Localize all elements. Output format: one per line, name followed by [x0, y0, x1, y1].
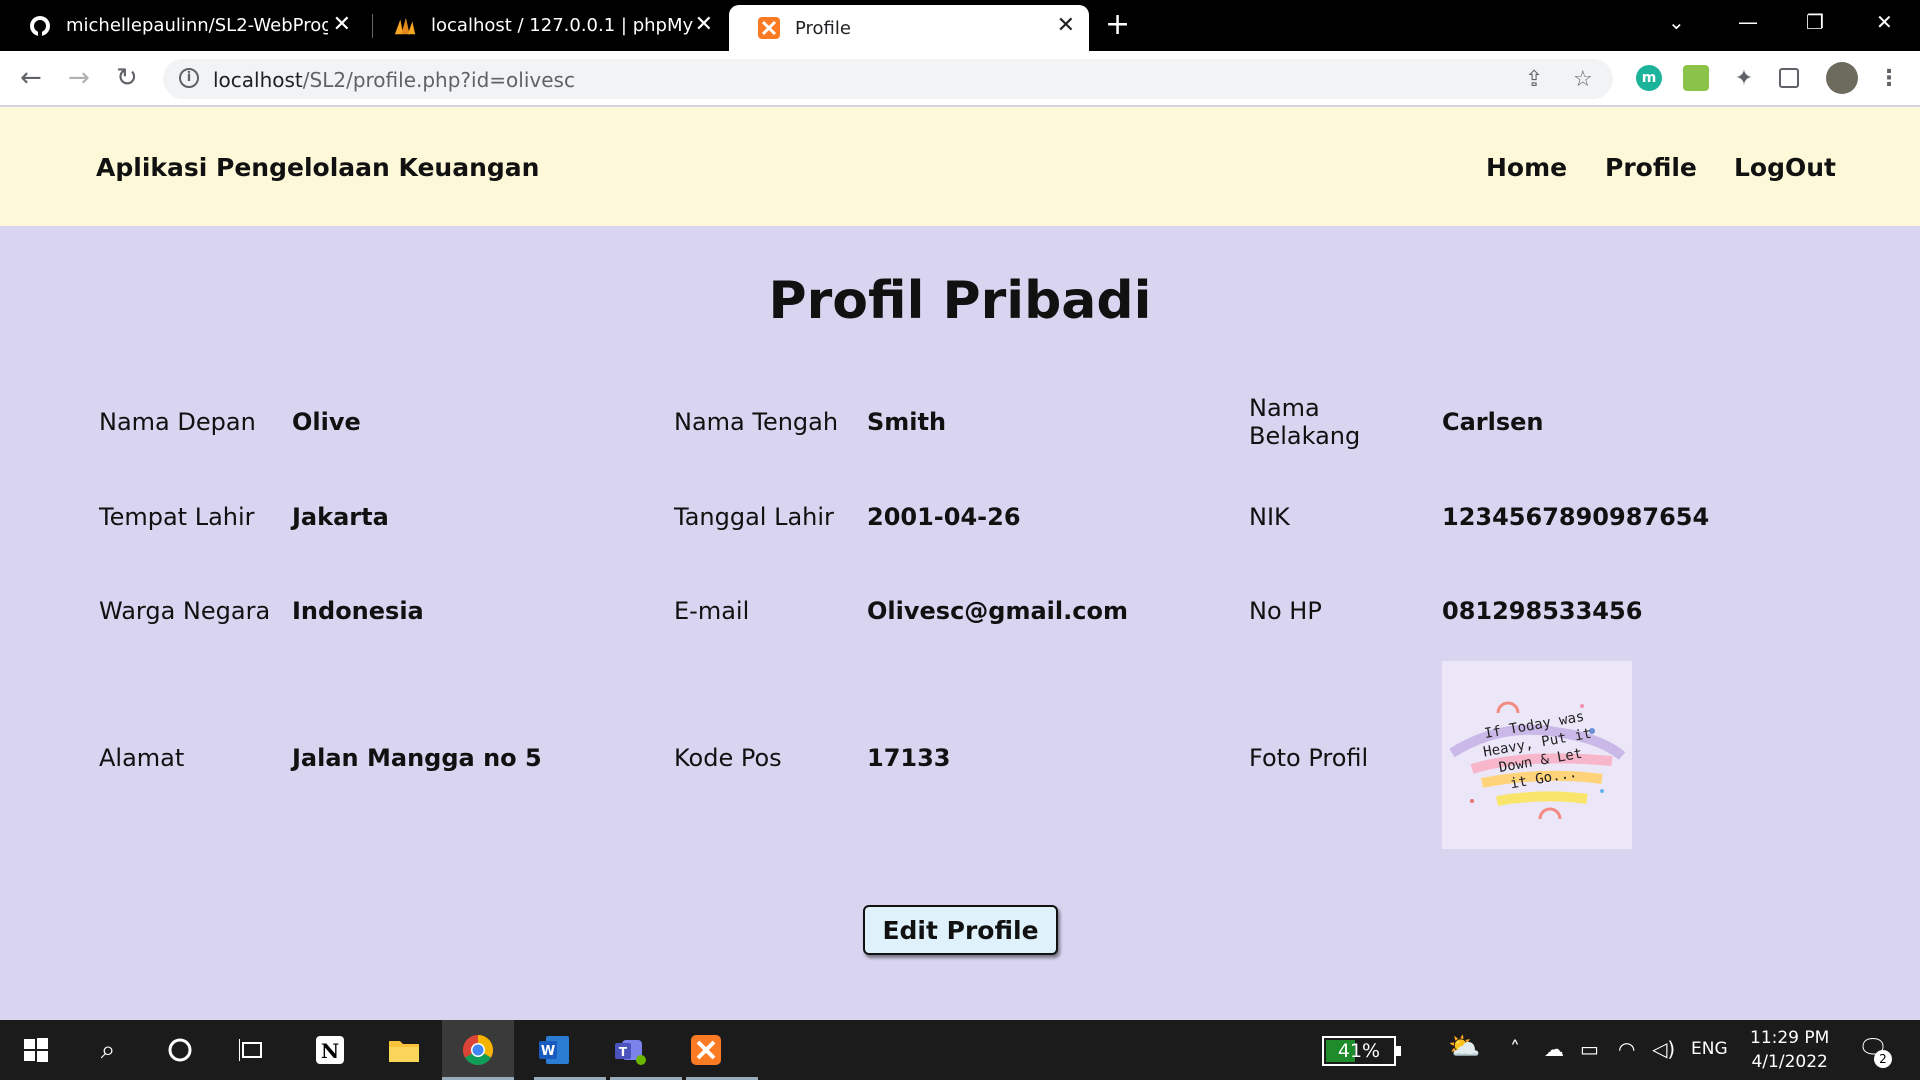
battery-percent: 41% [1337, 1040, 1381, 1062]
reload-icon[interactable]: ↻ [116, 63, 138, 93]
task-view-icon[interactable] [232, 1030, 272, 1070]
nav-logout[interactable]: LogOut [1734, 153, 1836, 182]
tab-github[interactable]: michellepaulinn/SL2-WebProgram ✕ [0, 0, 365, 51]
label-nik: NIK [1249, 503, 1290, 531]
clock-date: 4/1/2022 [1751, 1052, 1828, 1072]
new-tab-icon[interactable]: + [1105, 10, 1130, 40]
side-panel-icon[interactable] [1779, 68, 1799, 88]
file-explorer-icon[interactable] [384, 1030, 424, 1070]
url-path: /SL2/profile.php?id=olivesc [302, 68, 575, 92]
svg-text:W: W [541, 1044, 555, 1059]
label-nama-depan: Nama Depan [99, 408, 256, 436]
word-icon[interactable]: W [534, 1030, 574, 1070]
url-text: localhost/SL2/profile.php?id=olivesc [213, 68, 575, 92]
share-icon[interactable]: ⇪ [1525, 67, 1543, 92]
forward-icon[interactable]: → [68, 63, 90, 93]
minimize-icon[interactable]: — [1738, 10, 1758, 34]
value-nik: 1234567890987654 [1442, 503, 1710, 531]
url-host: localhost [213, 68, 303, 92]
avatar[interactable] [1826, 62, 1858, 94]
github-icon [28, 14, 52, 38]
value-tempat-lahir: Jakarta [292, 503, 389, 531]
label-kode-pos: Kode Pos [674, 744, 782, 772]
notion-icon[interactable]: N [310, 1030, 350, 1070]
battery-tray-icon[interactable]: ▭ [1580, 1037, 1599, 1061]
value-warga-negara: Indonesia [292, 597, 424, 625]
windows-taskbar: ⌕ N W T 41% ⛅ ˄ ☁ ▭ ◠ ◁) ENG 11:29 PM 4/… [0, 1020, 1920, 1080]
value-no-hp: 081298533456 [1442, 597, 1643, 625]
teams-icon[interactable]: T [610, 1030, 650, 1070]
extension-m-icon[interactable]: m [1636, 65, 1662, 91]
label-alamat: Alamat [99, 744, 185, 772]
tab-phpmyadmin[interactable]: localhost / 127.0.0.1 | phpMyAdmin ✕ [365, 0, 727, 51]
restore-icon[interactable]: ❐ [1806, 10, 1824, 34]
xampp-icon [757, 16, 781, 40]
browser-tab-strip: michellepaulinn/SL2-WebProgram ✕ localho… [0, 0, 1920, 51]
browser-toolbar: ← → ↻ i localhost/SL2/profile.php?id=oli… [0, 51, 1920, 106]
label-foto-profil: Foto Profil [1249, 744, 1369, 772]
search-icon[interactable]: ⌕ [88, 1030, 128, 1070]
profile-photo: If Today was Heavy, Put it Down & Let it… [1442, 661, 1632, 849]
close-icon[interactable]: ✕ [1057, 15, 1075, 37]
phpmyadmin-icon [393, 14, 417, 38]
cortana-icon[interactable] [160, 1030, 200, 1070]
value-nama-depan: Olive [292, 408, 361, 436]
close-icon[interactable]: ✕ [333, 14, 351, 36]
profile-content: Profil Pribadi Nama Depan Olive Nama Ten… [0, 226, 1920, 1020]
tab-title: michellepaulinn/SL2-WebProgram [66, 15, 328, 36]
battery-indicator[interactable]: 41% [1322, 1036, 1401, 1066]
svg-text:N: N [321, 1039, 339, 1063]
clock-time: 11:29 PM [1750, 1028, 1830, 1048]
value-alamat: Jalan Mangga no 5 [292, 744, 542, 772]
tab-search-icon[interactable]: ⌄ [1668, 10, 1685, 34]
weather-icon[interactable]: ⛅ [1448, 1032, 1480, 1062]
extension-green-icon[interactable] [1683, 65, 1709, 91]
menu-kebab-icon[interactable]: ⋮ [1876, 65, 1902, 91]
page-title: Profil Pribadi [768, 271, 1152, 331]
brand-title: Aplikasi Pengelolaan Keuangan [96, 153, 540, 182]
nav-home[interactable]: Home [1486, 153, 1567, 182]
taskbar-clock[interactable]: 11:29 PM 4/1/2022 [1750, 1026, 1829, 1074]
site-info-icon[interactable]: i [179, 68, 199, 88]
wifi-icon[interactable]: ◠ [1618, 1037, 1635, 1061]
address-bar[interactable]: i localhost/SL2/profile.php?id=olivesc ⇪… [163, 59, 1613, 99]
extensions-puzzle-icon[interactable]: ✦ [1731, 65, 1757, 91]
language-indicator[interactable]: ENG [1691, 1039, 1728, 1059]
svg-text:T: T [619, 1045, 628, 1059]
edit-profile-button[interactable]: Edit Profile [863, 905, 1058, 955]
label-warga-negara: Warga Negara [99, 597, 271, 625]
value-nama-belakang: Carlsen [1442, 408, 1544, 436]
label-no-hp: No HP [1249, 597, 1322, 625]
value-email: Olivesc@gmail.com [867, 597, 1128, 625]
nav-profile[interactable]: Profile [1605, 153, 1697, 182]
close-icon[interactable]: ✕ [695, 14, 713, 36]
value-tanggal-lahir: 2001-04-26 [867, 503, 1021, 531]
label-email: E-mail [674, 597, 750, 625]
tab-title: localhost / 127.0.0.1 | phpMyAdmin [431, 15, 693, 36]
label-nama-tengah: Nama Tengah [674, 408, 839, 436]
bookmark-star-icon[interactable]: ☆ [1573, 67, 1593, 92]
chrome-icon[interactable] [458, 1030, 498, 1070]
window-close-icon[interactable]: ✕ [1876, 10, 1893, 34]
label-tanggal-lahir: Tanggal Lahir [674, 503, 834, 531]
label-tempat-lahir: Tempat Lahir [99, 503, 255, 531]
tab-profile[interactable]: Profile ✕ [729, 5, 1089, 51]
back-icon[interactable]: ← [20, 63, 42, 93]
value-kode-pos: 17133 [867, 744, 951, 772]
tab-title: Profile [795, 17, 851, 39]
value-nama-tengah: Smith [867, 408, 947, 436]
battery-nub [1396, 1046, 1401, 1056]
chevron-up-icon[interactable]: ˄ [1510, 1037, 1520, 1061]
notification-badge: 2 [1874, 1050, 1892, 1068]
onedrive-cloud-icon[interactable]: ☁ [1544, 1037, 1564, 1061]
windows-start-icon[interactable] [16, 1030, 56, 1070]
xampp-taskbar-icon[interactable] [686, 1030, 726, 1070]
label-nama-belakang: Nama Belakang [1249, 394, 1361, 450]
volume-icon[interactable]: ◁) [1652, 1037, 1675, 1061]
site-header: Aplikasi Pengelolaan Keuangan Home Profi… [0, 107, 1920, 226]
